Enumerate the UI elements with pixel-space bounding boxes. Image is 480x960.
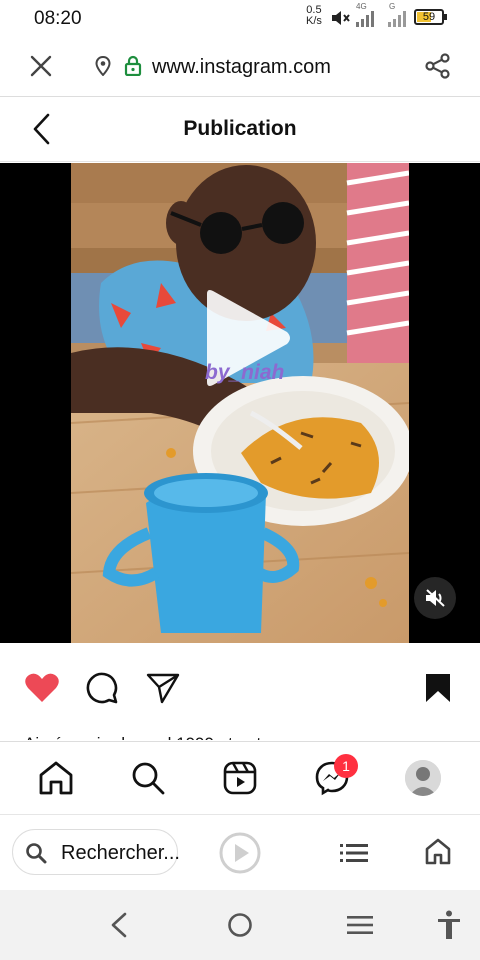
bookmark-icon[interactable] [424, 672, 452, 704]
battery-level: 59 [422, 11, 436, 23]
magnifier-icon [26, 843, 47, 864]
location-icon[interactable] [95, 56, 111, 76]
heart-icon[interactable] [24, 672, 60, 704]
comment-icon[interactable] [85, 671, 119, 705]
video-watermark: by_niah [205, 361, 285, 384]
network-type-4g: 4G [356, 2, 367, 11]
close-icon[interactable] [30, 55, 52, 77]
messages-badge: 1 [334, 754, 358, 778]
mute-icon [332, 11, 350, 25]
post-actions [0, 660, 480, 716]
browser-address-bar: www.instagram.com [0, 36, 480, 97]
avatar-image [405, 760, 441, 796]
home-circle-icon[interactable] [227, 912, 253, 938]
back-icon[interactable] [110, 912, 128, 938]
list-icon[interactable] [340, 843, 368, 863]
video-frame [71, 163, 409, 643]
profile-avatar[interactable] [405, 760, 441, 796]
play-circle-icon[interactable] [218, 831, 262, 875]
mute-button[interactable] [414, 577, 456, 619]
reels-icon[interactable] [222, 760, 258, 796]
page-title: Publication [183, 117, 297, 140]
network-speed-unit: K/s [306, 15, 322, 27]
battery-icon: 59 [414, 9, 444, 25]
browser-bottom-bar: Rechercher... [0, 814, 480, 891]
search-input[interactable]: Rechercher... [12, 829, 180, 875]
network-type-g: G [389, 2, 396, 11]
menu-icon[interactable] [347, 915, 373, 935]
post-header: Publication [0, 97, 480, 162]
send-icon[interactable] [146, 672, 180, 704]
video-scene [71, 163, 409, 643]
post-video[interactable]: by_niah [0, 163, 480, 643]
likes-summary: Aimé par jordan_mk1999 et autres personn… [24, 726, 474, 740]
home-icon[interactable] [38, 760, 74, 796]
lock-icon[interactable] [124, 55, 142, 76]
speaker-muted-icon [426, 589, 445, 607]
battery-tip [444, 14, 447, 20]
instagram-bottom-nav [0, 741, 480, 814]
android-navigation-bar [0, 890, 480, 960]
status-time: 08:20 [34, 8, 82, 29]
status-bar: 08:20 0.5 K/s 4G G 59 [0, 0, 480, 36]
signal-icon [356, 11, 374, 27]
url-field[interactable]: www.instagram.com [152, 56, 331, 79]
signal-icon-2 [388, 11, 406, 27]
network-speed: 0.5 K/s [306, 5, 322, 27]
search-placeholder: Rechercher... [61, 842, 180, 864]
accessibility-icon[interactable] [437, 910, 461, 940]
search-icon[interactable] [130, 760, 166, 796]
share-icon[interactable] [424, 52, 452, 80]
browser-home-icon[interactable] [424, 837, 452, 865]
